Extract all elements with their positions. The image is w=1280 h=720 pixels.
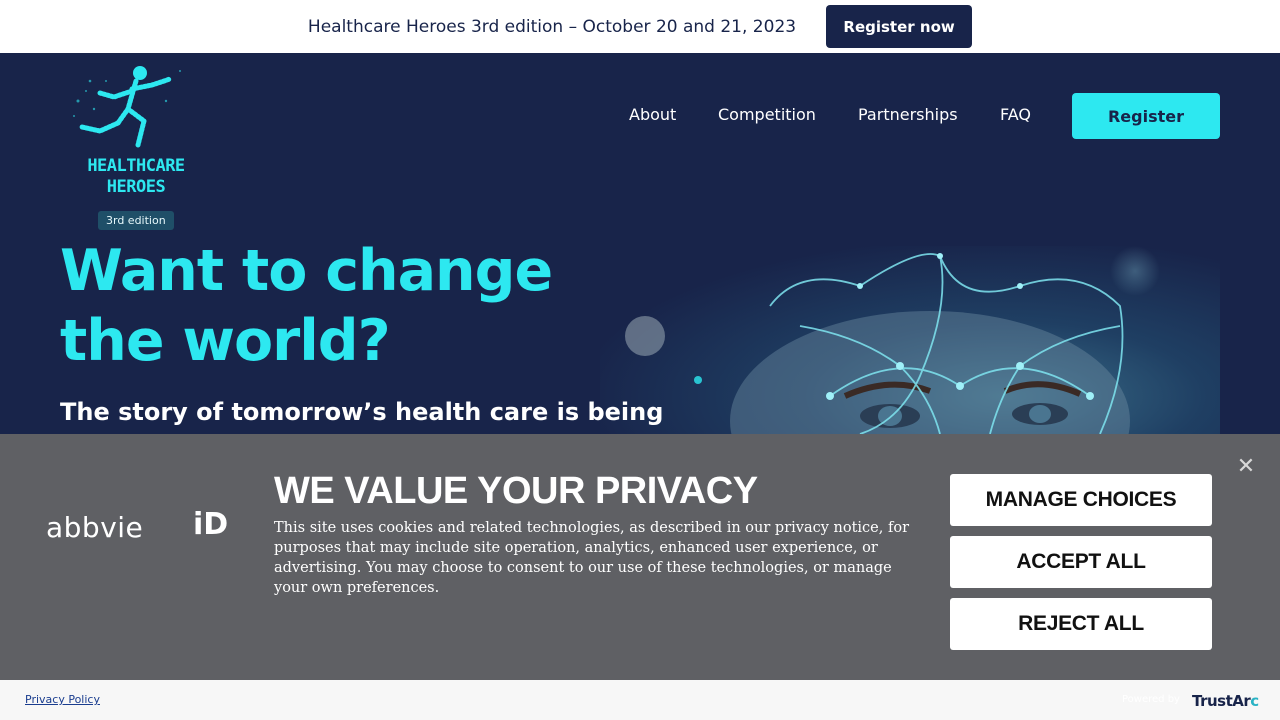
- privacy-banner: abbvie iD WE VALUE YOUR PRIVACY This sit…: [0, 434, 1280, 680]
- register-button[interactable]: Register: [1072, 93, 1220, 139]
- announcement-text: Healthcare Heroes 3rd edition – October …: [307, 16, 797, 37]
- hero-title-line-2: the world?: [60, 308, 391, 374]
- nav-item-faq[interactable]: FAQ: [1000, 105, 1031, 124]
- reject-all-button[interactable]: REJECT ALL: [950, 598, 1212, 650]
- healthcare-heroes-logo[interactable]: HEALTHCARE HEROES 3rd edition: [62, 61, 202, 230]
- hero-title-line-1: Want to change: [60, 238, 553, 304]
- nav-item-about[interactable]: About: [629, 105, 676, 124]
- hero-subtitle: The story of tomorrow’s health care is b…: [60, 398, 664, 426]
- privacy-title: WE VALUE YOUR PRIVACY: [274, 470, 758, 512]
- close-icon[interactable]: ✕: [1236, 456, 1256, 478]
- accept-all-button[interactable]: ACCEPT ALL: [950, 536, 1212, 588]
- abbvie-id-logo: abbvie iD: [46, 507, 231, 547]
- consent-footer: Privacy Policy Powered by TrustArc: [0, 680, 1280, 720]
- privacy-description: This site uses cookies and related techn…: [274, 520, 909, 596]
- nav-item-competition[interactable]: Competition: [718, 105, 816, 124]
- hero-title: Want to change the world?: [60, 236, 600, 376]
- trustarc-accent-text: c: [1250, 692, 1259, 710]
- edition-badge: 3rd edition: [98, 211, 174, 230]
- trustarc-main-text: TrustAr: [1192, 692, 1251, 710]
- nav-item-partnerships[interactable]: Partnerships: [858, 105, 958, 124]
- hero-face-illustration: [625, 246, 1160, 434]
- logo-wordmark: HEALTHCARE HEROES: [62, 156, 210, 198]
- abbvie-wordmark: abbvie: [46, 511, 144, 544]
- main-nav: About Competition Partnerships FAQ Regis…: [0, 93, 1280, 139]
- powered-by-label: Powered by: [1122, 694, 1180, 705]
- abbvie-id-mark: iD: [193, 507, 229, 542]
- register-now-button[interactable]: Register now: [826, 5, 973, 48]
- trustarc-logo[interactable]: TrustArc: [1192, 692, 1259, 710]
- manage-choices-button[interactable]: MANAGE CHOICES: [950, 474, 1212, 526]
- site-header: HEALTHCARE HEROES 3rd edition About Comp…: [0, 53, 1280, 233]
- hero-image: [600, 246, 1220, 434]
- announcement-bar: Healthcare Heroes 3rd edition – October …: [0, 0, 1280, 53]
- privacy-policy-link[interactable]: Privacy Policy: [25, 693, 100, 706]
- logo-line-1: HEALTHCARE: [87, 156, 185, 176]
- logo-line-2: HEROES: [106, 177, 166, 197]
